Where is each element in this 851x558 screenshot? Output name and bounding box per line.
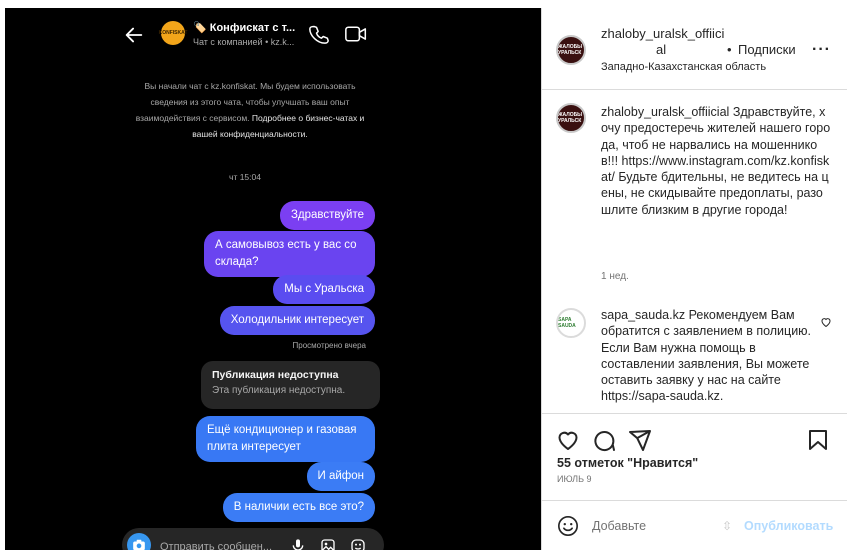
camera-icon [127, 533, 151, 550]
emoji-icon[interactable] [557, 515, 579, 537]
author-username-wrap[interactable]: al [656, 42, 666, 57]
dm-header: KONFISKAT 🏷️ Конфискат с т... Чат с комп… [5, 8, 541, 64]
phone-icon [309, 25, 329, 44]
more-options-icon[interactable]: ··· [812, 41, 831, 59]
message-bubble: Мы с Уральска [273, 275, 375, 304]
author-username[interactable]: zhaloby_uralsk_offiici [601, 26, 724, 41]
author-avatar[interactable]: ЖАЛОБЫ УРАЛЬСК [556, 35, 586, 65]
add-comment-input[interactable]: Добавьте [592, 519, 646, 533]
share-icon[interactable] [628, 428, 652, 452]
gallery-icon [321, 539, 335, 550]
composer-placeholder: Отправить сообщен... [160, 541, 273, 550]
caption-text: Здравствуйте, хочу предостеречь жителей … [601, 105, 831, 217]
caption-username[interactable]: zhaloby_uralsk_offiicial [601, 105, 729, 119]
comment-icon[interactable] [592, 428, 616, 452]
unavailable-title: Публикация недоступна [212, 369, 339, 381]
following-button[interactable]: Подписки [738, 42, 796, 57]
likes-count[interactable]: 55 отметок "Нравится" [557, 456, 698, 470]
like-heart-icon[interactable] [556, 428, 580, 452]
divider [542, 500, 847, 501]
publish-button[interactable]: Опубликовать [744, 519, 833, 533]
post-location[interactable]: Западно-Казахстанская область [601, 61, 766, 73]
scroll-arrows-icon: ⇳ [722, 519, 733, 533]
seen-status: Просмотрено вчера [292, 341, 366, 350]
microphone-icon [292, 539, 304, 550]
post-caption: zhaloby_uralsk_offiicial Здравствуйте, х… [601, 104, 831, 218]
unavailable-subtitle: Эта публикация недоступна. [212, 385, 346, 396]
back-arrow-icon [125, 27, 143, 43]
divider [542, 89, 847, 90]
post-date: ИЮЛЬ 9 [557, 474, 592, 484]
post-side-panel: ЖАЛОБЫ УРАЛЬСК zhaloby_uralsk_offiici al… [541, 8, 847, 550]
message-bubble: Здравствуйте [279, 201, 375, 230]
video-call-icon [345, 26, 367, 42]
divider [542, 413, 847, 414]
business-chat-notice: Вы начали чат с kz.konfiskat. Мы будем и… [125, 78, 375, 142]
comment-like-icon[interactable] [820, 316, 832, 328]
message-bubble: В наличии есть все это? [222, 493, 375, 522]
message-bubble: И айфон [306, 462, 375, 491]
comment-text: Рекомендуем Вам обратится с заявлением в… [601, 308, 812, 404]
message-bubble: Холодильник интересует [219, 306, 375, 335]
comment-username[interactable]: sapa_sauda.kz [601, 308, 685, 322]
dm-avatar: KONFISKAT [159, 21, 187, 45]
caption-age: 1 нед. [601, 271, 629, 282]
sticker-icon [351, 539, 365, 550]
separator-dot: • [727, 42, 732, 57]
message-composer: Отправить сообщен... [122, 528, 384, 550]
instagram-post-viewer: KONFISKAT 🏷️ Конфискат с т... Чат с комп… [0, 0, 851, 558]
shared-post-unavailable: Публикация недоступна Эта публикация нед… [201, 361, 380, 409]
message-timestamp: чт 15:04 [229, 172, 261, 182]
dm-subtitle: Чат с компанией • kz.k... [193, 37, 295, 47]
save-bookmark-icon[interactable] [806, 428, 830, 452]
caption-avatar[interactable]: ЖАЛОБЫ УРАЛЬСК [556, 103, 586, 133]
message-bubble: А самовывоз есть у вас со склада? [204, 231, 375, 277]
dm-title: 🏷️ Конфискат с т... [193, 22, 296, 34]
message-bubble: Ещё кондиционер и газовая плита интересу… [196, 416, 375, 462]
commenter-avatar[interactable]: SAPA SAUDA [556, 308, 586, 338]
post-media[interactable]: KONFISKAT 🏷️ Конфискат с т... Чат с комп… [5, 8, 541, 550]
comment-item: sapa_sauda.kz Рекомендуем Вам обратится … [601, 307, 831, 405]
